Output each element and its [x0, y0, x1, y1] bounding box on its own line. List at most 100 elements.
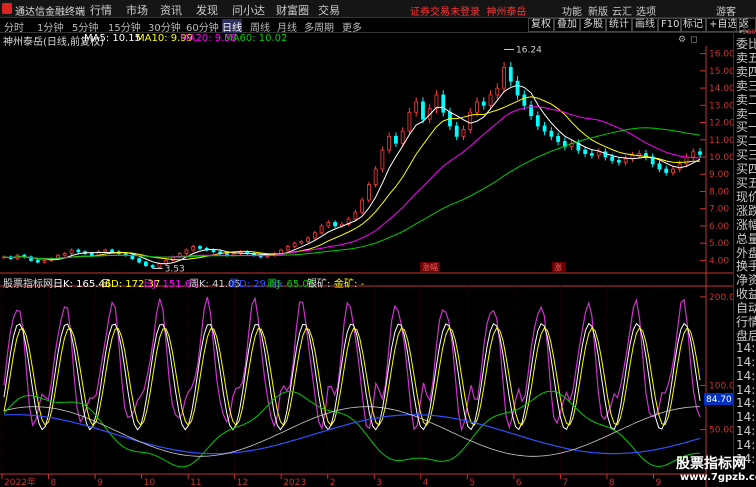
- candle-body: [481, 101, 486, 106]
- price-tick-label: 8.00: [709, 187, 729, 197]
- candle-body: [285, 246, 290, 251]
- date-tick-label: 8: [51, 478, 57, 487]
- candle-body: [488, 94, 493, 106]
- period-tab-15min[interactable]: 15分钟: [108, 19, 141, 34]
- candle-body: [360, 199, 365, 213]
- menu-item-ask[interactable]: 问小达: [232, 2, 265, 18]
- candle-body: [623, 158, 628, 163]
- price-tick-label: 16.00: [709, 50, 733, 60]
- candle-body: [326, 222, 331, 227]
- candle-body: [191, 246, 196, 251]
- menu-item-market[interactable]: 行情: [90, 2, 112, 18]
- candle-body: [373, 168, 378, 185]
- period-tab-monthly[interactable]: 月线: [277, 19, 297, 34]
- candle-body: [184, 249, 189, 254]
- app-title: 通达信金融终端: [15, 7, 85, 18]
- candle-body: [671, 168, 675, 173]
- candle-body: [583, 149, 588, 154]
- period-tab-weekly[interactable]: 周线: [250, 19, 270, 34]
- chart-expand-icon[interactable]: ◻: [690, 35, 697, 45]
- draw-button[interactable]: 画线: [632, 18, 658, 32]
- candle-body: [279, 249, 283, 254]
- date-tick-label: 7: [562, 478, 568, 487]
- candle-body: [515, 80, 520, 96]
- candle-body: [198, 246, 202, 249]
- candle-body: [319, 225, 324, 234]
- side-panel-row: 14:56: [736, 438, 756, 453]
- candle-body: [292, 242, 297, 247]
- login-notice[interactable]: 证券交易未登录 神州泰岳: [410, 3, 526, 18]
- menu-item-wealth[interactable]: 财富圈: [276, 2, 309, 18]
- notice-text: 证券交易未登录: [410, 7, 480, 18]
- period-tab-30min[interactable]: 30分钟: [148, 19, 181, 34]
- menu-item-discover[interactable]: 发现: [196, 2, 218, 18]
- candle-body: [62, 253, 67, 256]
- candle-body: [211, 249, 216, 253]
- candle-body: [35, 259, 40, 263]
- side-panel-row: 14:56: [736, 340, 756, 355]
- multi-stock-button[interactable]: 多股: [580, 18, 606, 32]
- chart-background: [0, 33, 733, 487]
- candle-body: [312, 232, 317, 239]
- menu-item-news[interactable]: 资讯: [160, 2, 182, 18]
- date-tick-label: 10: [144, 478, 156, 487]
- price-tick-label: 4.00: [709, 256, 729, 266]
- period-tab-5min[interactable]: 5分钟: [72, 19, 98, 34]
- menu-item-trade[interactable]: 交易: [318, 2, 340, 18]
- price-tick-label: 13.00: [709, 101, 733, 111]
- indicator-name: 股票指标网: [3, 279, 53, 290]
- candle-body: [103, 249, 108, 253]
- candle-body: [69, 249, 74, 254]
- menu-bar: 通达信金融终端 行情 市场 资讯 发现 问小达 财富圈 交易 证券交易未登录 神…: [0, 0, 756, 18]
- jin-kuang-label: 金矿: -: [334, 279, 365, 290]
- candle-body: [589, 153, 594, 156]
- date-tick-label: 6: [516, 478, 522, 487]
- rise-badge-label: 涨幅: [422, 262, 438, 272]
- menu-item-exchange[interactable]: 市场: [126, 2, 148, 18]
- stats-button[interactable]: 统计: [606, 18, 632, 32]
- date-tick-label: 5: [469, 478, 475, 487]
- menu-guest[interactable]: 游客: [716, 3, 736, 18]
- candle-body: [76, 249, 81, 253]
- candle-body: [42, 259, 47, 263]
- ma60-label: MA60: 10.02: [224, 33, 288, 44]
- period-tab-60min[interactable]: 60分钟: [186, 19, 219, 34]
- date-tick-label: 11: [190, 478, 201, 487]
- overlay-button[interactable]: 叠加: [554, 18, 580, 32]
- period-tab-1min[interactable]: 1分钟: [37, 19, 63, 34]
- candle-body: [502, 67, 506, 89]
- high-marker-label: 16.24: [516, 45, 542, 55]
- candle-body: [677, 163, 682, 170]
- candle-body: [610, 156, 615, 161]
- candle-body: [387, 135, 392, 151]
- quote-side-panel: 委比 卖五 卖四 卖三 卖二 卖一 买一 买二 买三 买四 买五 现价 涨跌 涨幅 总量 外盘 换手 净资 收益 自动…: [733, 28, 756, 473]
- candle-body: [150, 265, 155, 268]
- kline-chart[interactable]: 16.00 15.00 14.00 13.00 12.00 11.00 10.00 9.00 8…: [0, 33, 733, 487]
- price-tick-label: 10.00: [709, 153, 733, 163]
- price-tick-label: 7.00: [709, 205, 729, 215]
- price-tick-label: 12.00: [709, 119, 733, 129]
- indicator-current-value: 84.70: [706, 395, 732, 405]
- candle-body: [698, 151, 702, 155]
- candle-body: [542, 125, 547, 132]
- f10-button[interactable]: F10: [658, 18, 683, 32]
- candle-body: [366, 184, 371, 201]
- chart-settings-icon[interactable]: ⚙: [678, 35, 686, 45]
- mark-button[interactable]: 标记: [680, 18, 706, 32]
- candle-body: [596, 151, 601, 156]
- candle-body: [617, 160, 621, 163]
- adjust-button[interactable]: 复权: [528, 18, 554, 32]
- menu-cloud[interactable]: 云汇: [612, 3, 632, 18]
- candle-body: [306, 237, 310, 242]
- candle-body: [144, 261, 148, 266]
- date-tick-label: 2022年: [4, 476, 36, 487]
- price-tick-label: 6.00: [709, 222, 729, 232]
- menu-options[interactable]: 选项: [636, 3, 656, 18]
- menu-function[interactable]: 功能: [562, 3, 582, 18]
- period-tab-intraday[interactable]: 分时: [4, 19, 24, 34]
- period-tab-more[interactable]: 更多: [342, 19, 362, 34]
- candle-body: [664, 168, 669, 173]
- menu-new-version[interactable]: 新版: [588, 3, 608, 18]
- period-tab-daily[interactable]: 日线: [222, 19, 242, 34]
- period-tab-multi[interactable]: 多周期: [304, 19, 334, 34]
